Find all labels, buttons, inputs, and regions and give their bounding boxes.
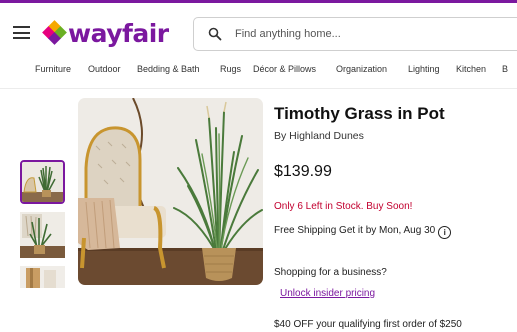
site-header: wayfair Find anything home...	[0, 4, 517, 56]
product-photo	[78, 98, 263, 285]
top-accent-bar	[0, 0, 517, 3]
shipping-text: Free Shipping Get it by Mon, Aug 30	[274, 225, 436, 236]
menu-icon[interactable]	[13, 26, 30, 39]
shipping-info: Free Shipping Get it by Mon, Aug 30 i	[274, 225, 452, 239]
nav-item-lighting[interactable]: Lighting	[408, 64, 440, 74]
search-placeholder: Find anything home...	[235, 28, 341, 40]
search-icon	[208, 27, 222, 41]
wayfair-logo[interactable]: wayfair	[42, 18, 169, 48]
thumbnail-1-image	[22, 162, 63, 202]
product-price: $139.99	[274, 163, 332, 180]
thumbnail-2[interactable]	[20, 212, 65, 258]
product-main-image[interactable]	[78, 98, 263, 285]
insider-pricing-link[interactable]: Unlock insider pricing	[280, 288, 375, 299]
thumbnail-3-image	[20, 266, 65, 288]
thumbnail-2-image	[20, 212, 65, 258]
stock-warning: Only 6 Left in Stock. Buy Soon!	[274, 201, 413, 212]
first-order-offer: $40 OFF your qualifying first order of $…	[274, 319, 462, 330]
nav-item-organization[interactable]: Organization	[336, 64, 387, 74]
product-title: Timothy Grass in Pot	[274, 104, 445, 123]
nav-item-outdoor[interactable]: Outdoor	[88, 64, 121, 74]
nav-item-furniture[interactable]: Furniture	[35, 64, 71, 74]
business-prompt: Shopping for a business?	[274, 267, 387, 278]
logo-mark-icon	[42, 20, 67, 45]
nav-item-bedding-bath[interactable]: Bedding & Bath	[137, 64, 200, 74]
nav-item-more[interactable]: B	[502, 64, 508, 74]
search-input[interactable]: Find anything home...	[193, 17, 517, 51]
category-nav: Furniture Outdoor Bedding & Bath Rugs Dé…	[0, 64, 517, 82]
logo-text: wayfair	[68, 18, 169, 48]
nav-item-kitchen[interactable]: Kitchen	[456, 64, 486, 74]
thumbnail-3[interactable]	[20, 266, 65, 288]
product-brand[interactable]: By Highland Dunes	[274, 130, 364, 142]
thumbnail-1[interactable]	[20, 160, 65, 204]
nav-divider	[0, 88, 517, 89]
nav-item-rugs[interactable]: Rugs	[220, 64, 241, 74]
nav-item-decor-pillows[interactable]: Décor & Pillows	[253, 64, 316, 74]
info-icon[interactable]: i	[438, 226, 452, 239]
